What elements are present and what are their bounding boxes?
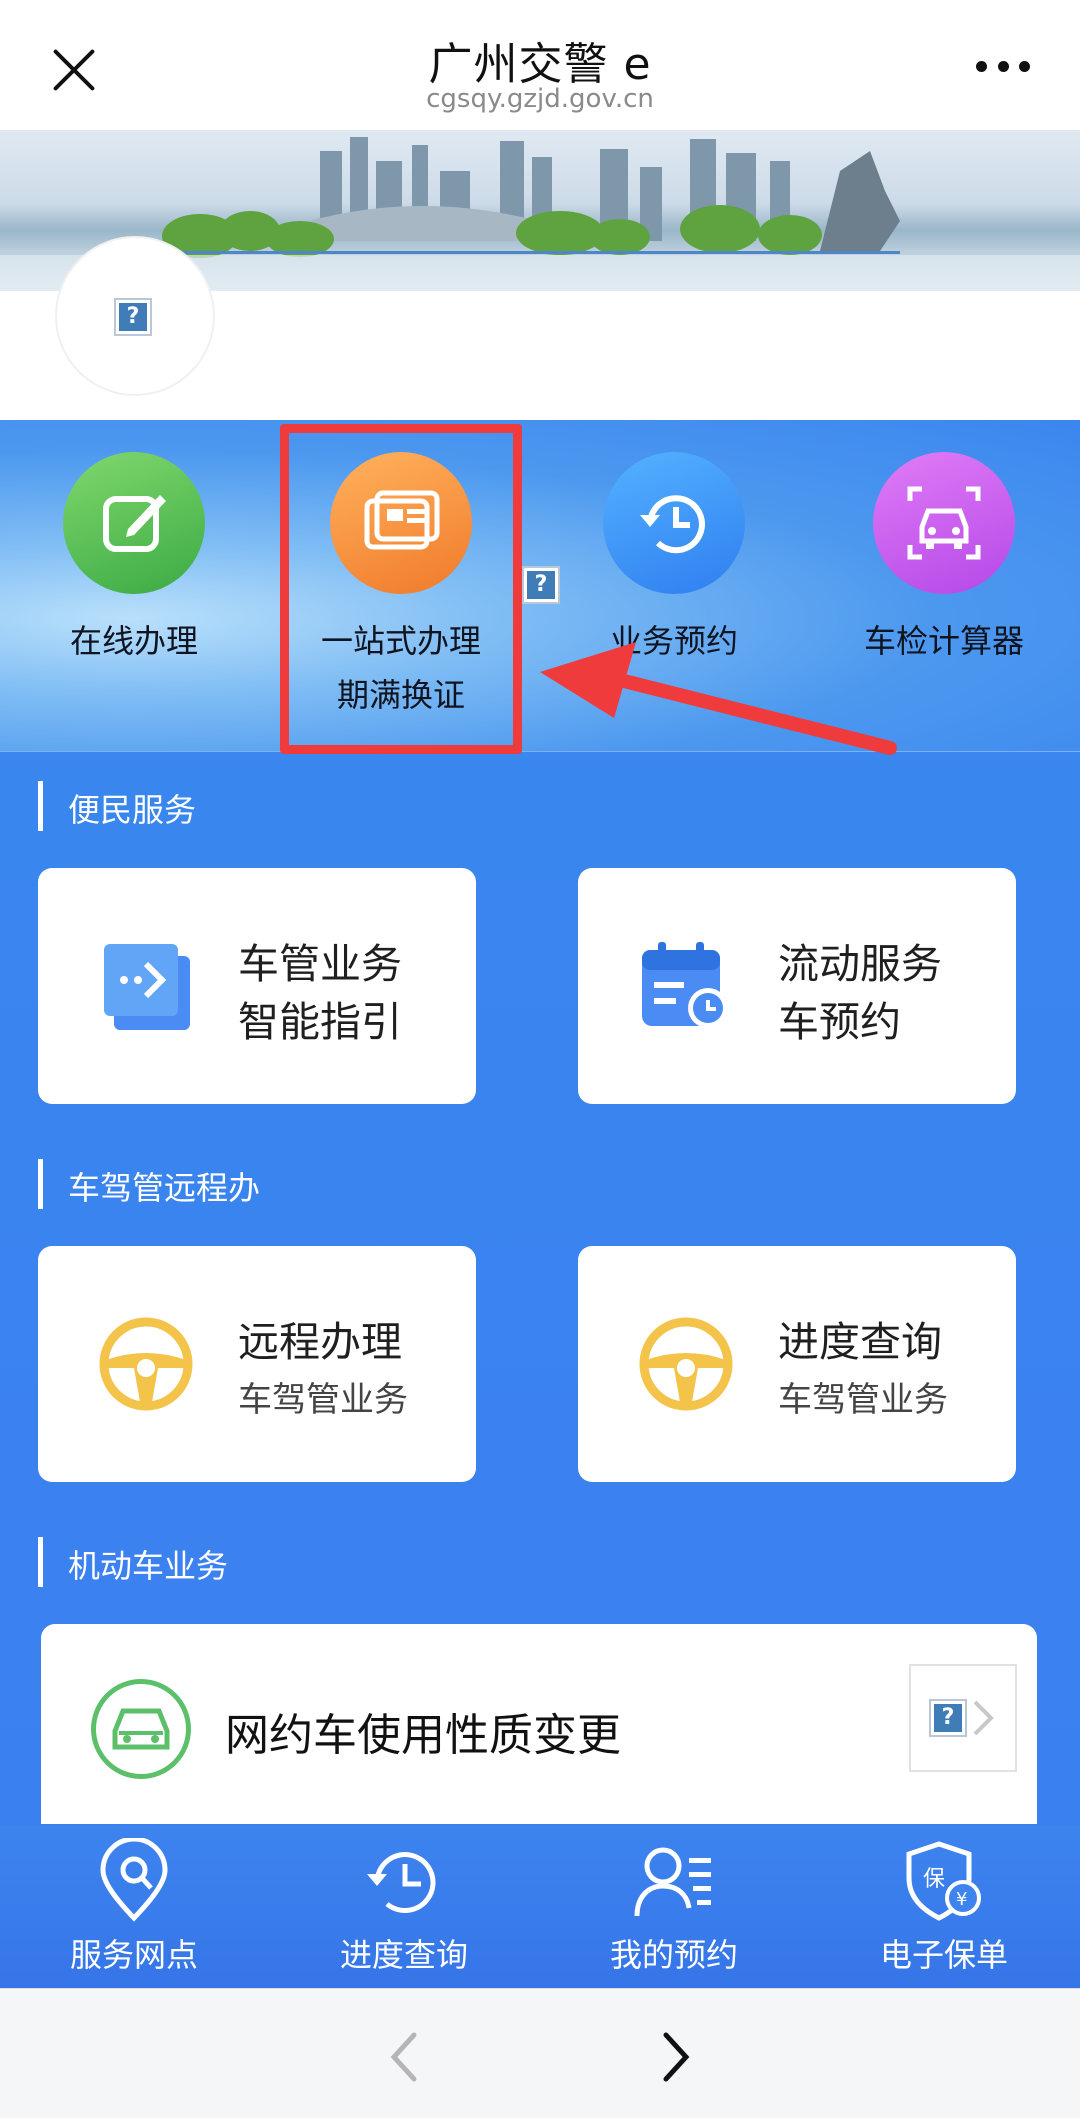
- card-remote-handle[interactable]: 远程办理 车驾管业务: [38, 1246, 476, 1482]
- card-title: 远程办理: [238, 1318, 402, 1366]
- user-list-icon: [631, 1838, 717, 1924]
- highlight-annotation-box: [280, 424, 522, 754]
- card-title: 流动服务: [778, 940, 942, 988]
- svg-text:保: 保: [923, 1867, 945, 1892]
- quick-appointment[interactable]: 业务预约: [574, 452, 774, 668]
- tab-my-appointments[interactable]: 我的预约: [574, 1838, 774, 1976]
- quick-inspection-calculator[interactable]: 车检计算器: [844, 452, 1044, 668]
- back-arrow-icon[interactable]: [384, 2027, 424, 2087]
- card-title: 进度查询: [778, 1318, 942, 1366]
- tab-label: 进度查询: [339, 1936, 468, 1974]
- tab-e-policy[interactable]: 保 ¥ 电子保单: [844, 1838, 1044, 1976]
- card-subtitle: 车驾管业务: [778, 1380, 948, 1420]
- broken-image-icon: ?: [522, 566, 560, 604]
- calendar-clock-icon: [638, 938, 734, 1034]
- quick-label: 在线办理: [69, 622, 198, 660]
- clock-history-icon: [361, 1838, 447, 1924]
- tab-label: 我的预约: [609, 1936, 738, 1974]
- clock-history-icon: [603, 452, 745, 594]
- page-url: cgsqy.gzjd.gov.cn: [426, 84, 654, 114]
- location-pin-icon: [91, 1836, 177, 1924]
- broken-image-icon: ?: [929, 1699, 967, 1737]
- card-vehicle-guide[interactable]: 车管业务 智能指引: [38, 868, 476, 1104]
- red-arrow-annotation: [540, 642, 897, 755]
- browser-navigation-bar: [0, 1988, 1080, 2118]
- tab-label: 服务网点: [69, 1936, 198, 1974]
- more-options-icon[interactable]: [976, 58, 1030, 74]
- broken-image-icon: ?: [114, 298, 152, 336]
- svg-text:¥: ¥: [956, 1889, 967, 1910]
- car-scan-icon: [873, 452, 1015, 594]
- chevron-right-icon[interactable]: ?: [909, 1664, 1017, 1772]
- car-icon: [91, 1679, 191, 1779]
- card-subtitle: 车预约: [778, 998, 901, 1046]
- steering-wheel-icon: [98, 1316, 194, 1412]
- top-bar: 广州交警 e cgsqy.gzjd.gov.cn: [0, 0, 1080, 131]
- steering-wheel-icon: [638, 1316, 734, 1412]
- tab-service-outlets[interactable]: 服务网点: [34, 1836, 234, 1976]
- guide-arrow-icon: [98, 938, 194, 1034]
- shield-yuan-icon: 保 ¥: [901, 1838, 987, 1924]
- edit-icon: [63, 452, 205, 594]
- quick-online-handle[interactable]: 在线办理: [34, 452, 234, 668]
- section-title-convenience: 便民服务: [38, 781, 196, 831]
- list-item-label: 网约车使用性质变更: [225, 1710, 621, 1761]
- section-title-remote: 车驾管远程办: [38, 1159, 260, 1209]
- tab-label: 电子保单: [879, 1936, 1008, 1974]
- bottom-tab-bar: 服务网点 进度查询 我的预约 保 ¥ 电子保单: [0, 1826, 1080, 1988]
- card-mobile-service[interactable]: 流动服务 车预约: [578, 868, 1016, 1104]
- section-title-vehicle: 机动车业务: [38, 1537, 228, 1587]
- forward-arrow-icon[interactable]: [656, 2027, 696, 2087]
- list-item-ride-hailing-change[interactable]: 网约车使用性质变更 ?: [41, 1624, 1037, 1824]
- card-subtitle: 智能指引: [238, 998, 402, 1046]
- tab-progress-query[interactable]: 进度查询: [304, 1838, 504, 1976]
- card-progress-query[interactable]: 进度查询 车驾管业务: [578, 1246, 1016, 1482]
- page-title: 广州交警 e: [428, 39, 652, 90]
- card-subtitle: 车驾管业务: [238, 1380, 408, 1420]
- card-title: 车管业务: [238, 940, 402, 988]
